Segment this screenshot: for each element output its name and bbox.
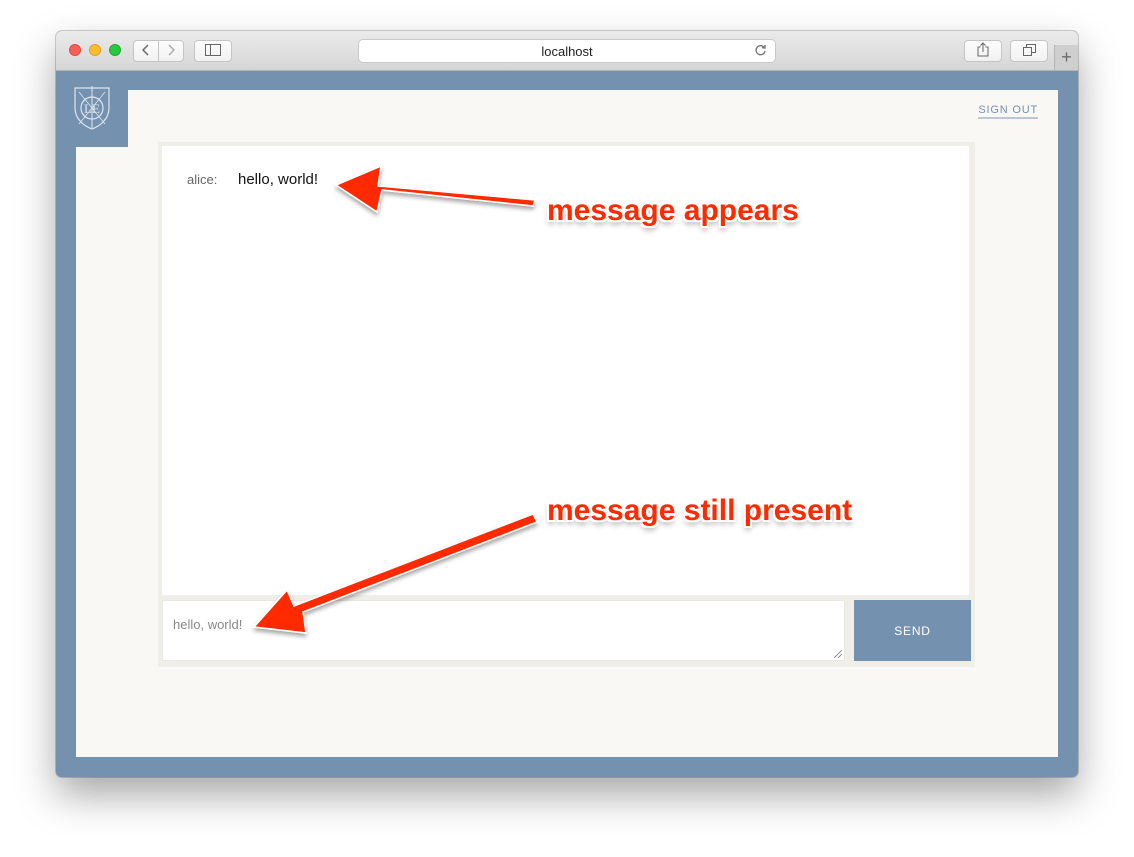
back-button[interactable] bbox=[133, 40, 159, 62]
message-input[interactable] bbox=[163, 601, 844, 660]
app-content: SIGN OUT alice: hello, world! SEND bbox=[76, 90, 1058, 757]
plus-icon: + bbox=[1061, 47, 1072, 67]
message-username: alice: bbox=[187, 172, 218, 187]
app-logo[interactable]: LE bbox=[56, 71, 128, 147]
minimize-window-button[interactable] bbox=[89, 44, 101, 56]
show-tabs-button[interactable] bbox=[1010, 40, 1048, 62]
shield-crest-logo-icon: LE bbox=[72, 84, 112, 135]
resize-handle-icon[interactable] bbox=[834, 650, 842, 658]
message-text: hello, world! bbox=[238, 171, 319, 188]
chevron-right-icon bbox=[167, 43, 176, 59]
annotation-message-appears: message appears bbox=[547, 194, 799, 227]
browser-window: localhost + LE SIGN OUT alice: hello, wo… bbox=[56, 31, 1078, 777]
new-tab-button[interactable]: + bbox=[1054, 45, 1078, 70]
tabs-icon bbox=[1022, 43, 1036, 59]
svg-text:LE: LE bbox=[84, 101, 100, 116]
address-bar[interactable]: localhost bbox=[358, 39, 776, 63]
message-input-container bbox=[162, 600, 845, 661]
annotation-message-still-present: message still present bbox=[547, 494, 853, 527]
sidebar-button[interactable] bbox=[194, 40, 232, 62]
sign-out-link[interactable]: SIGN OUT bbox=[978, 104, 1038, 119]
chevron-left-icon bbox=[141, 43, 150, 59]
browser-toolbar: localhost + bbox=[56, 31, 1078, 71]
share-button[interactable] bbox=[964, 40, 1002, 62]
zoom-window-button[interactable] bbox=[109, 44, 121, 56]
page-viewport: LE SIGN OUT alice: hello, world! SEND bbox=[56, 71, 1078, 777]
close-window-button[interactable] bbox=[69, 44, 81, 56]
reload-icon[interactable] bbox=[754, 43, 767, 60]
sidebar-icon bbox=[205, 43, 221, 59]
message-item: alice: hello, world! bbox=[187, 171, 318, 188]
share-icon bbox=[977, 42, 989, 60]
forward-button[interactable] bbox=[158, 40, 184, 62]
send-button[interactable]: SEND bbox=[854, 600, 971, 661]
url-text: localhost bbox=[541, 43, 593, 59]
